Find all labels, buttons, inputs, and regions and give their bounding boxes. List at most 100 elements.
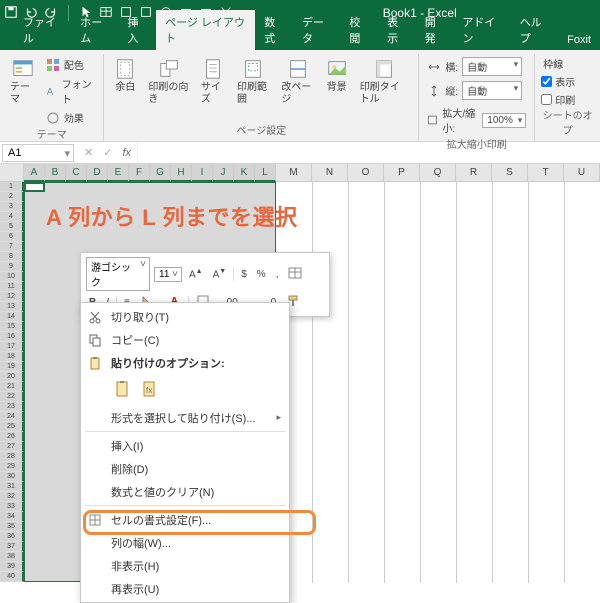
tab-foxit[interactable]: Foxit [558,30,600,50]
row-header-9[interactable]: 9 [0,262,24,272]
row-header-8[interactable]: 8 [0,252,24,262]
row-header-30[interactable]: 30 [0,472,24,482]
background-button[interactable]: 背景 [322,56,352,96]
row-header-31[interactable]: 31 [0,482,24,492]
col-header-I[interactable]: I [192,164,213,182]
row-header-17[interactable]: 17 [0,342,24,352]
print-titles-button[interactable]: 印刷タイトル [356,56,413,108]
row-header-19[interactable]: 19 [0,362,24,372]
col-header-O[interactable]: O [348,164,384,182]
themes-button[interactable]: テーマ [6,56,40,108]
row-header-40[interactable]: 40 [0,572,24,582]
tab-page-layout[interactable]: ページ レイアウト [156,10,255,50]
col-header-D[interactable]: D [87,164,108,182]
row-header-22[interactable]: 22 [0,392,24,402]
menu-column-width[interactable]: 列の幅(W)... [81,531,289,554]
view-checkbox[interactable]: 表示 [541,74,575,89]
row-header-27[interactable]: 27 [0,442,24,452]
percent-icon[interactable]: % [254,268,269,281]
decrease-font-icon[interactable]: A▼ [210,267,230,281]
row-header-32[interactable]: 32 [0,492,24,502]
table-format-icon[interactable] [285,265,305,284]
col-header-J[interactable]: J [213,164,234,182]
margins-button[interactable]: 余白 [110,56,140,96]
tab-view[interactable]: 表示 [378,10,416,50]
col-header-E[interactable]: E [108,164,129,182]
tab-developer[interactable]: 開発 [416,10,454,50]
col-header-B[interactable]: B [45,164,66,182]
col-header-S[interactable]: S [492,164,528,182]
menu-clear[interactable]: 数式と値のクリア(N) [81,480,289,503]
row-header-34[interactable]: 34 [0,512,24,522]
row-header-2[interactable]: 2 [0,192,24,202]
row-headers[interactable]: 1234567891011121314151617181920212223242… [0,182,24,583]
row-header-16[interactable]: 16 [0,332,24,342]
tab-file[interactable]: ファイル [14,10,71,50]
col-header-H[interactable]: H [171,164,192,182]
menu-unhide[interactable]: 再表示(U) [81,577,289,600]
fonts-button[interactable]: Aフォント [44,75,98,107]
row-header-12[interactable]: 12 [0,292,24,302]
row-header-13[interactable]: 13 [0,302,24,312]
menu-cut[interactable]: 切り取り(T) [81,305,289,328]
orientation-button[interactable]: 印刷の向き [144,56,193,108]
row-header-14[interactable]: 14 [0,312,24,322]
row-header-3[interactable]: 3 [0,202,24,212]
col-header-T[interactable]: T [528,164,564,182]
row-header-33[interactable]: 33 [0,502,24,512]
scale-select[interactable]: 100% [482,113,526,128]
currency-icon[interactable]: $ [238,268,250,281]
row-header-36[interactable]: 36 [0,532,24,542]
row-header-29[interactable]: 29 [0,462,24,472]
effects-button[interactable]: 効果 [44,109,98,126]
row-header-38[interactable]: 38 [0,552,24,562]
col-header-F[interactable]: F [129,164,150,182]
col-header-R[interactable]: R [456,164,492,182]
col-header-C[interactable]: C [66,164,87,182]
select-all-corner[interactable] [0,164,24,182]
formula-input[interactable] [137,142,600,163]
print-checkbox[interactable]: 印刷 [541,92,575,107]
menu-hide[interactable]: 非表示(H) [81,554,289,577]
col-header-U[interactable]: U [564,164,600,182]
col-header-Q[interactable]: Q [420,164,456,182]
tab-help[interactable]: ヘルプ [511,10,558,50]
col-header-G[interactable]: G [150,164,171,182]
paste-option-2[interactable]: fx [138,377,162,401]
tab-addins[interactable]: アドイン [453,10,510,50]
row-header-10[interactable]: 10 [0,272,24,282]
row-header-35[interactable]: 35 [0,522,24,532]
col-header-N[interactable]: N [312,164,348,182]
row-header-6[interactable]: 6 [0,232,24,242]
col-header-K[interactable]: K [234,164,255,182]
height-select[interactable]: 自動 [462,81,522,100]
menu-insert[interactable]: 挿入(I) [81,434,289,457]
menu-paste-special[interactable]: 形式を選択して貼り付け(S)... [81,406,289,429]
col-header-M[interactable]: M [276,164,312,182]
row-header-7[interactable]: 7 [0,242,24,252]
row-header-21[interactable]: 21 [0,382,24,392]
row-header-24[interactable]: 24 [0,412,24,422]
row-header-25[interactable]: 25 [0,422,24,432]
comma-icon[interactable]: , [273,268,282,281]
colors-button[interactable]: 配色 [44,56,98,73]
row-header-20[interactable]: 20 [0,372,24,382]
tab-review[interactable]: 校閲 [340,10,378,50]
tab-data[interactable]: データ [293,10,340,50]
column-headers[interactable]: ABCDEFGHIJKLMNOPQRSTUVWX [24,164,600,182]
width-select[interactable]: 自動 [462,57,522,76]
row-header-1[interactable]: 1 [0,182,24,192]
row-header-23[interactable]: 23 [0,402,24,412]
menu-delete[interactable]: 削除(D) [81,457,289,480]
tab-formulas[interactable]: 数式 [255,10,293,50]
print-area-button[interactable]: 印刷範囲 [233,56,273,108]
row-header-15[interactable]: 15 [0,322,24,332]
row-header-4[interactable]: 4 [0,212,24,222]
row-header-18[interactable]: 18 [0,352,24,362]
tab-insert[interactable]: 挿入 [118,10,156,50]
paste-option-1[interactable] [111,377,135,401]
menu-format-cells[interactable]: セルの書式設定(F)... [81,508,289,531]
size-button[interactable]: サイズ [197,56,229,108]
row-header-28[interactable]: 28 [0,452,24,462]
col-header-L[interactable]: L [255,164,276,182]
